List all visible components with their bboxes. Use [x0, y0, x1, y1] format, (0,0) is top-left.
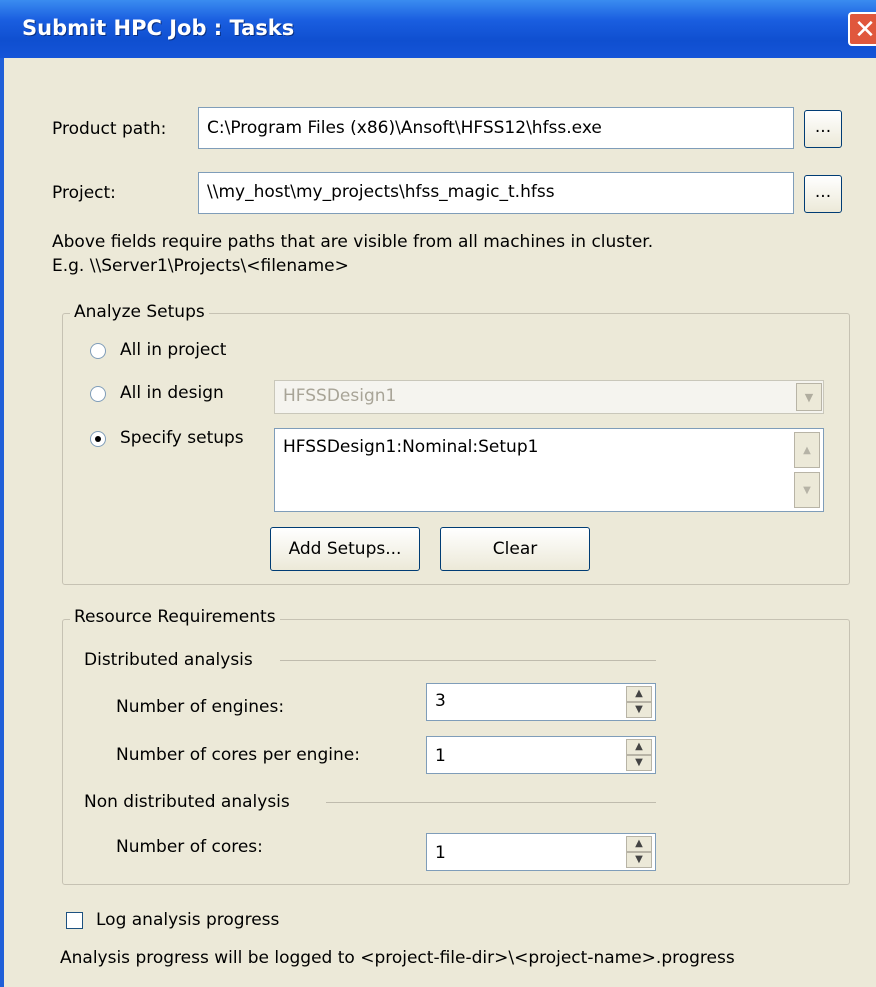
non-distributed-separator — [326, 802, 656, 803]
design-dropdown-arrow-icon[interactable]: ▼ — [796, 383, 822, 411]
log-progress-checkbox[interactable] — [66, 912, 83, 929]
cores-up-icon[interactable]: ▲ — [626, 836, 652, 852]
close-icon[interactable]: ✕ — [848, 12, 876, 46]
distributed-analysis-heading: Distributed analysis — [84, 650, 253, 670]
non-distributed-analysis-heading: Non distributed analysis — [84, 792, 290, 812]
log-progress-label: Log analysis progress — [96, 910, 280, 930]
product-path-input[interactable]: C:\Program Files (x86)\Ansoft\HFSS12\hfs… — [198, 107, 794, 149]
engines-down-icon[interactable]: ▼ — [626, 702, 652, 718]
project-label: Project: — [52, 183, 116, 203]
setups-listbox[interactable]: HFSSDesign1:Nominal:Setup1 — [274, 428, 824, 512]
engines-input[interactable]: 3 — [426, 683, 656, 721]
setups-list-item[interactable]: HFSSDesign1:Nominal:Setup1 — [283, 437, 815, 457]
analyze-setups-legend: Analyze Setups — [70, 302, 209, 322]
radio-all-in-design[interactable] — [90, 386, 106, 402]
project-browse-button[interactable]: ... — [804, 175, 842, 213]
list-scroll-up-icon[interactable]: ▲ — [794, 432, 820, 468]
specify-setups-label: Specify setups — [120, 428, 244, 448]
cores-down-icon[interactable]: ▼ — [626, 852, 652, 868]
project-input[interactable]: \\my_host\my_projects\hfss_magic_t.hfss — [198, 172, 794, 214]
cores-per-engine-down-icon[interactable]: ▼ — [626, 755, 652, 771]
add-setups-button[interactable]: Add Setups... — [270, 527, 420, 571]
product-path-label: Product path: — [52, 119, 167, 139]
clear-button[interactable]: Clear — [440, 527, 590, 571]
all-in-design-label: All in design — [120, 383, 224, 403]
radio-all-in-project[interactable] — [90, 343, 106, 359]
design-select[interactable]: HFSSDesign1 — [274, 380, 824, 414]
cores-per-engine-up-icon[interactable]: ▲ — [626, 739, 652, 755]
cores-per-engine-label: Number of cores per engine: — [116, 745, 360, 765]
product-path-browse-button[interactable]: ... — [804, 110, 842, 148]
title-bar[interactable]: Submit HPC Job : Tasks ✕ — [0, 0, 876, 58]
radio-specify-setups[interactable] — [90, 431, 106, 447]
window-title: Submit HPC Job : Tasks — [22, 16, 295, 40]
list-scroll-down-icon[interactable]: ▼ — [794, 472, 820, 508]
path-note-line2: E.g. \\Server1\Projects\<filename> — [52, 256, 349, 276]
dialog-window: Submit HPC Job : Tasks ✕ Product path: C… — [0, 0, 876, 987]
cores-label: Number of cores: — [116, 837, 263, 857]
cores-input[interactable]: 1 — [426, 833, 656, 871]
engines-up-icon[interactable]: ▲ — [626, 686, 652, 702]
path-note-line1: Above fields require paths that are visi… — [52, 232, 654, 252]
log-progress-note: Analysis progress will be logged to <pro… — [60, 948, 735, 968]
design-select-value: HFSSDesign1 — [283, 386, 397, 406]
resource-requirements-legend: Resource Requirements — [70, 607, 280, 627]
all-in-project-label: All in project — [120, 340, 227, 360]
engines-label: Number of engines: — [116, 697, 285, 717]
distributed-separator — [280, 660, 656, 661]
cores-per-engine-input[interactable]: 1 — [426, 736, 656, 774]
